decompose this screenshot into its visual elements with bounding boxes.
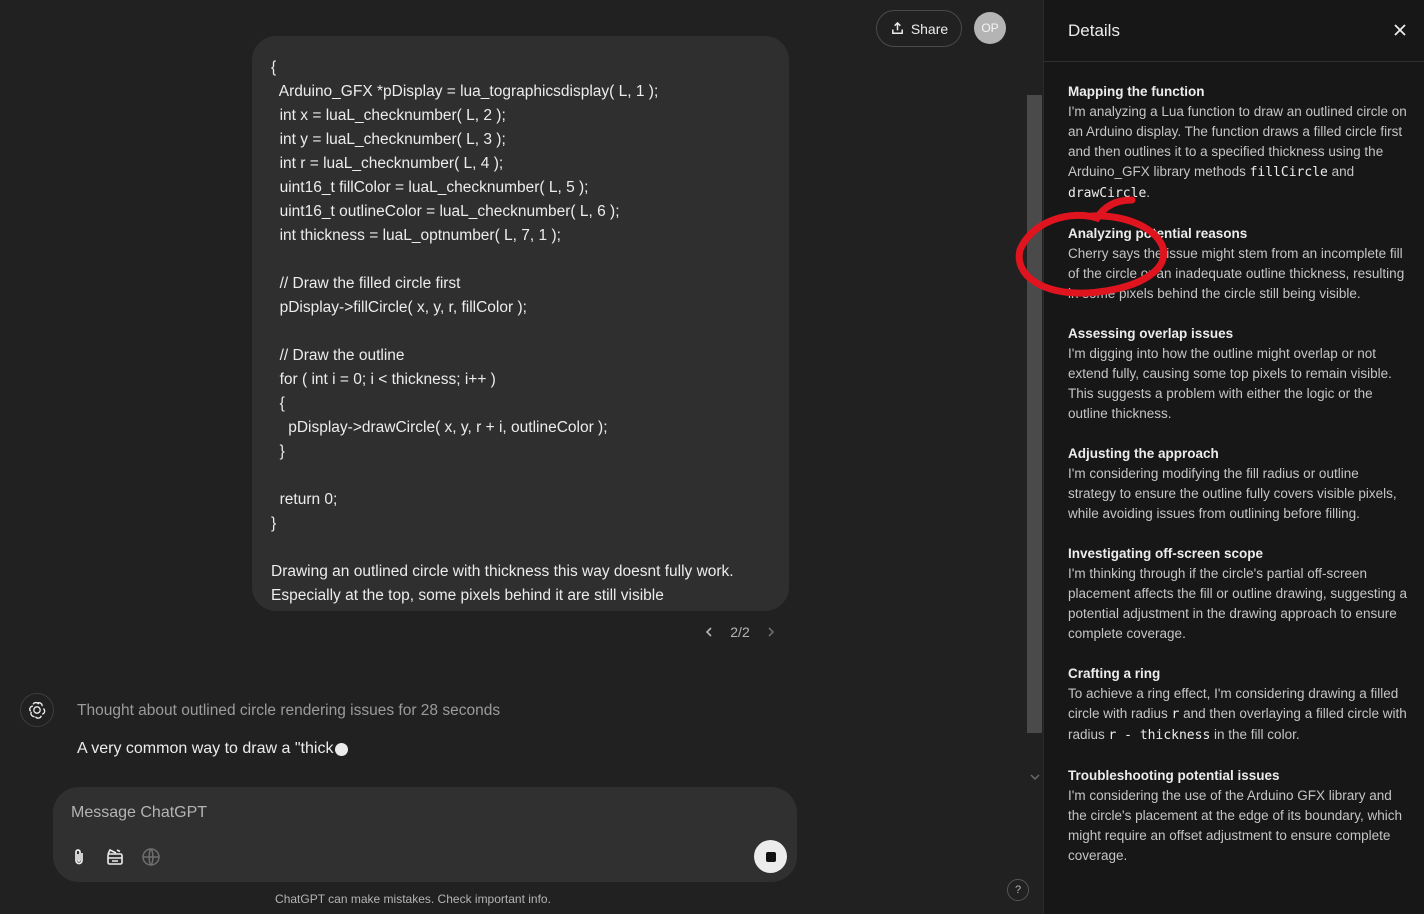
reasoning-step-title: Troubleshooting potential issues [1068,768,1280,783]
details-panel: Details Mapping the function I'm analyzin… [1043,0,1424,914]
reasoning-steps-list: Mapping the function I'm analyzing a Lua … [1068,82,1410,886]
reasoning-step: Troubleshooting potential issues I'm cons… [1068,766,1410,866]
code-line: { [271,395,285,412]
assistant-answer-text: A very common way to draw a "thick [77,740,334,757]
reasoning-step-text: I'm analyzing a Lua function to draw an … [1068,102,1410,204]
tools-icon [107,848,123,865]
previous-version-button[interactable] [700,623,718,641]
code-line: // Draw the filled circle first [271,275,461,292]
reasoning-step-title: Assessing overlap issues [1068,326,1234,341]
user-code-block: { Arduino_GFX *pDisplay = lua_tographics… [271,56,770,560]
code-line: } [271,515,277,532]
reasoning-step: Adjusting the approach I'm considering mo… [1068,444,1410,524]
step-text-segment: . [1146,185,1151,200]
stop-icon [765,851,776,862]
close-icon[interactable] [1391,21,1409,39]
reasoning-step-text: I'm considering modifying the fill radiu… [1068,464,1410,524]
code-line: { [271,59,277,76]
reasoning-step-title: Analyzing potential reasons [1068,226,1248,241]
step-text-segment: Cherry says the issue might stem from an… [1068,246,1405,301]
chevron-left-icon [705,627,712,637]
reasoning-step-text: I'm thinking through if the circle's par… [1068,564,1410,644]
code-line: // Draw the outline [271,347,405,364]
share-label: Share [910,20,949,37]
response-pager: 2/2 [700,620,780,644]
globe-icon [142,848,160,866]
code-line: for ( int i = 0; i < thickness; i++ ) [271,371,496,388]
code-line: pDisplay->drawCircle( x, y, r + i, outli… [271,419,608,436]
step-text-segment: I'm thinking through if the circle's par… [1068,566,1407,641]
step-text-segment: I'm analyzing a Lua function to draw an … [1068,104,1407,179]
thought-summary-toggle[interactable]: Thought about outlined circle rendering … [77,702,500,720]
share-icon [891,21,903,34]
reasoning-step-title: Crafting a ring [1068,666,1161,681]
details-header: Details [1044,0,1424,62]
reasoning-step: Mapping the function I'm analyzing a Lua … [1068,82,1410,204]
reasoning-step-title: Adjusting the approach [1068,446,1219,461]
assistant-answer: A very common way to draw a "thick [77,740,349,758]
avatar[interactable]: OP [974,12,1006,44]
inline-code: fillCircle [1249,165,1328,180]
code-line: } [271,443,285,460]
reasoning-step-text: I'm considering the use of the Arduino G… [1068,786,1410,866]
assistant-avatar [20,693,54,727]
reasoning-step-title: Mapping the function [1068,84,1205,99]
step-text-segment: I'm considering the use of the Arduino G… [1068,788,1403,863]
scrollbar-thumb[interactable] [1027,95,1042,733]
reasoning-step-text: To achieve a ring effect, I'm considerin… [1068,684,1410,746]
code-line: uint16_t outlineColor = luaL_checknumber… [271,203,620,220]
reasoning-step-text: Cherry says the issue might stem from an… [1068,244,1410,304]
disclaimer: ChatGPT can make mistakes. Check importa… [275,892,551,906]
reasoning-step-title: Investigating off-screen scope [1068,546,1264,561]
step-text-segment: in the fill color. [1210,727,1300,742]
paperclip-icon [75,849,83,865]
user-message-line: Drawing an outlined circle with thicknes… [271,563,734,580]
chat-main: Share OP { Arduino_GFX *pDisplay = lua_t… [0,0,1043,914]
code-line: int thickness = luaL_optnumber( L, 7, 1 … [271,227,561,244]
help-button[interactable]: ? [1007,879,1029,901]
tools-button[interactable] [103,845,127,869]
code-line: uint16_t fillColor = luaL_checknumber( L… [271,179,589,196]
message-input[interactable] [71,801,731,825]
pager-label: 2/2 [730,624,750,640]
reasoning-step: Crafting a ring To achieve a ring effect,… [1068,664,1410,746]
share-button[interactable]: Share [876,10,962,47]
user-message-line: Especially at the top, some pixels behin… [271,587,664,604]
inline-code: r - thickness [1108,728,1211,743]
reasoning-step: Investigating off-screen scope I'm thinki… [1068,544,1410,644]
inline-code: drawCircle [1068,186,1147,201]
openai-logo-icon [29,701,46,719]
message-composer [53,787,797,882]
code-line: return 0; [271,491,338,508]
details-title: Details [1068,21,1120,40]
user-message-bubble: { Arduino_GFX *pDisplay = lua_tographics… [252,36,789,611]
next-version-button[interactable] [762,623,780,641]
reasoning-step-text: I'm digging into how the outline might o… [1068,344,1410,424]
step-text-segment: I'm considering modifying the fill radiu… [1068,466,1397,521]
code-line: int y = luaL_checknumber( L, 3 ); [271,131,506,148]
chevron-right-icon [768,627,775,637]
code-line: int r = luaL_checknumber( L, 4 ); [271,155,504,172]
web-search-button[interactable] [139,845,163,869]
code-line: pDisplay->fillCircle( x, y, r, fillColor… [271,299,527,316]
streaming-cursor [335,742,349,756]
attach-button[interactable] [67,845,91,869]
reasoning-step: Assessing overlap issues I'm digging into… [1068,324,1410,424]
stop-generating-button[interactable] [754,840,787,873]
code-line: Arduino_GFX *pDisplay = lua_tographicsdi… [271,83,659,100]
code-line: int x = luaL_checknumber( L, 2 ); [271,107,506,124]
step-text-segment: and [1327,164,1355,179]
scroll-down-icon[interactable] [1029,771,1041,783]
reasoning-step: Analyzing potential reasons Cherry says t… [1068,224,1410,304]
user-message-text: Drawing an outlined circle with thicknes… [271,560,770,608]
step-text-segment: I'm digging into how the outline might o… [1068,346,1392,421]
